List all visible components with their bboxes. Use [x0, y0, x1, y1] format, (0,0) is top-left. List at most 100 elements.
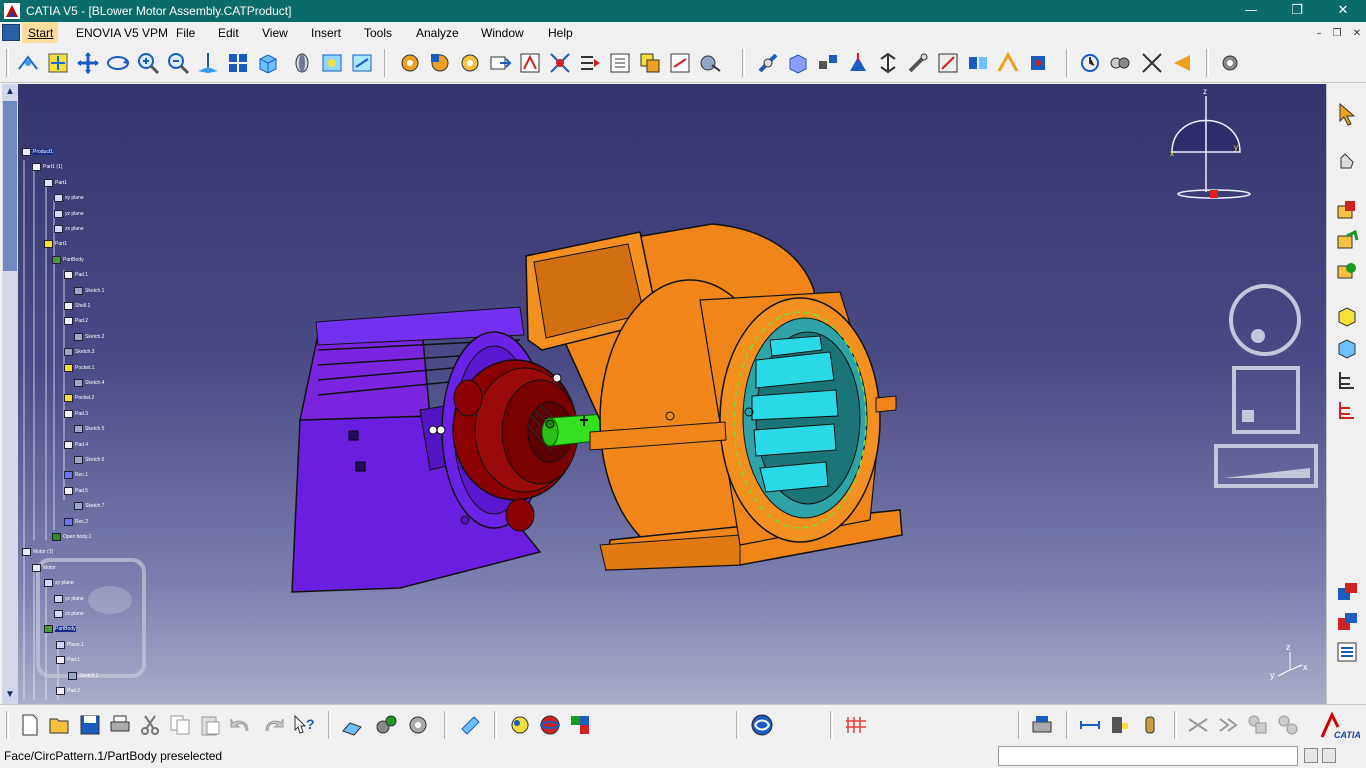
- insert-product-icon[interactable]: [1335, 198, 1359, 222]
- snap-icon[interactable]: [756, 51, 780, 75]
- zoom-in-icon[interactable]: [136, 51, 160, 75]
- tree-node-label[interactable]: Open body.1: [63, 534, 91, 540]
- tree-node-label[interactable]: Part1: [55, 241, 67, 247]
- measure-item-icon[interactable]: [1108, 713, 1132, 737]
- tree-node-icon[interactable]: [32, 163, 41, 172]
- tree-node-label[interactable]: Motor: [43, 565, 56, 571]
- material-icon[interactable]: [568, 713, 592, 737]
- tree-node-icon[interactable]: [54, 209, 63, 218]
- tree-node-icon[interactable]: [54, 194, 63, 203]
- tree-node-label[interactable]: Pad.1: [67, 657, 80, 663]
- settings-gear-icon[interactable]: [374, 713, 398, 737]
- generate-numbering-icon[interactable]: [668, 51, 692, 75]
- copy-icon[interactable]: [168, 713, 192, 737]
- tree-node-icon[interactable]: [54, 610, 63, 618]
- tree-node-label[interactable]: Motor (1): [33, 549, 53, 555]
- tree-node-label[interactable]: zx plane: [65, 226, 84, 232]
- interference-icon[interactable]: [1186, 713, 1210, 737]
- tree-node-icon[interactable]: [22, 548, 31, 557]
- tree-node-icon[interactable]: [64, 363, 73, 372]
- tree-node-label[interactable]: Sketch.5: [85, 426, 104, 432]
- offset-icon[interactable]: [966, 51, 990, 75]
- tree-scrollbar[interactable]: ▲ ▼: [2, 84, 18, 704]
- menu-view[interactable]: View: [262, 26, 288, 40]
- whats-this-icon[interactable]: ?: [292, 713, 316, 737]
- tree-node-label[interactable]: Pocket.1: [75, 365, 94, 371]
- move-icon[interactable]: [548, 51, 572, 75]
- menu-file[interactable]: File: [176, 26, 195, 40]
- insert-part-icon[interactable]: [1335, 258, 1359, 282]
- publication-icon[interactable]: [1335, 580, 1359, 604]
- tree-node-icon[interactable]: [22, 148, 31, 156]
- tree-node-label[interactable]: Sketch.1: [79, 673, 98, 679]
- tree-node-label[interactable]: Pad.4: [75, 442, 88, 448]
- menu-start[interactable]: Start: [22, 22, 58, 43]
- tree-node-icon[interactable]: [64, 517, 73, 526]
- close-button[interactable]: ✕: [1320, 0, 1366, 22]
- menu-window[interactable]: Window: [481, 26, 524, 40]
- scroll-up-icon[interactable]: ▲: [3, 85, 17, 99]
- 3d-viewport[interactable]: x y z z x y Product1 Part1 (1) Part1 xy pla…: [18, 84, 1326, 704]
- undo-icon[interactable]: [228, 713, 252, 737]
- tree-node-label[interactable]: Rec.1: [75, 472, 88, 478]
- pan-icon[interactable]: [76, 51, 100, 75]
- tree-node-icon[interactable]: [64, 471, 73, 480]
- tree-node-icon[interactable]: [52, 255, 61, 264]
- tree-node-icon[interactable]: [54, 225, 63, 233]
- reorder-icon[interactable]: [578, 51, 602, 75]
- tree-node-label[interactable]: xy plane: [65, 195, 84, 201]
- insert-component-icon[interactable]: [1335, 228, 1359, 252]
- tree-node-label[interactable]: Pad.3: [75, 411, 88, 417]
- existing-part-icon[interactable]: [1335, 304, 1359, 328]
- printer-setup-icon[interactable]: [1030, 713, 1054, 737]
- tree-node-icon[interactable]: [56, 656, 65, 665]
- minimize-button[interactable]: —: [1228, 0, 1274, 22]
- new-part-icon[interactable]: [458, 51, 482, 75]
- distance-icon[interactable]: [1276, 713, 1300, 737]
- product-management-icon[interactable]: [638, 51, 662, 75]
- menu-analyze[interactable]: Analyze: [416, 26, 459, 40]
- enovia-icon[interactable]: [750, 713, 774, 737]
- measure-between-icon[interactable]: [1078, 713, 1102, 737]
- tree-node-icon[interactable]: [44, 240, 53, 249]
- multi-view-icon[interactable]: [226, 51, 250, 75]
- tree-node-label[interactable]: Sketch.3: [75, 349, 94, 355]
- tree-node-icon[interactable]: [64, 394, 73, 403]
- update-icon[interactable]: [1078, 51, 1102, 75]
- multi-instantiate-icon[interactable]: [1335, 398, 1359, 422]
- tree-node-label[interactable]: Shell.1: [75, 303, 90, 309]
- flexible-icon[interactable]: [1335, 610, 1359, 634]
- tree-node-label[interactable]: Sketch.6: [85, 457, 104, 463]
- open-folder-icon[interactable]: [48, 713, 72, 737]
- tree-node-icon[interactable]: [56, 640, 65, 649]
- zoom-out-icon[interactable]: [166, 51, 190, 75]
- sphere-icon[interactable]: [538, 713, 562, 737]
- tree-node-icon[interactable]: [74, 502, 83, 511]
- render-icon[interactable]: [508, 713, 532, 737]
- menu-tools[interactable]: Tools: [364, 26, 392, 40]
- constraint-icon[interactable]: [1108, 51, 1132, 75]
- print-icon[interactable]: [108, 713, 132, 737]
- tree-node-label[interactable]: xy plane: [55, 580, 74, 586]
- tree-node-icon[interactable]: [64, 348, 73, 357]
- tree-node-label[interactable]: Sketch.2: [85, 334, 104, 340]
- grid-icon[interactable]: [844, 713, 868, 737]
- bill-of-materials-icon[interactable]: [1335, 640, 1359, 664]
- graph-tree-icon[interactable]: [518, 51, 542, 75]
- doc-close-icon[interactable]: ✕: [1350, 28, 1364, 40]
- menu-help[interactable]: Help: [548, 26, 573, 40]
- select-icon[interactable]: [1335, 102, 1359, 126]
- redo-icon[interactable]: [262, 713, 286, 737]
- tree-node-icon[interactable]: [74, 456, 83, 464]
- reorder-tree-icon[interactable]: [1335, 368, 1359, 392]
- manipulation-icon[interactable]: [846, 51, 870, 75]
- coincidence-icon[interactable]: [906, 51, 930, 75]
- normal-view-icon[interactable]: [196, 51, 220, 75]
- tree-node-label[interactable]: Pad.2: [75, 318, 88, 324]
- cut-icon[interactable]: [138, 713, 162, 737]
- restore-button[interactable]: ❐: [1274, 0, 1320, 22]
- tree-node-label[interactable]: Pad.2: [67, 688, 80, 694]
- numbering-icon[interactable]: [608, 51, 632, 75]
- tree-node-icon[interactable]: [74, 286, 83, 295]
- blower-housing[interactable]: [524, 223, 903, 571]
